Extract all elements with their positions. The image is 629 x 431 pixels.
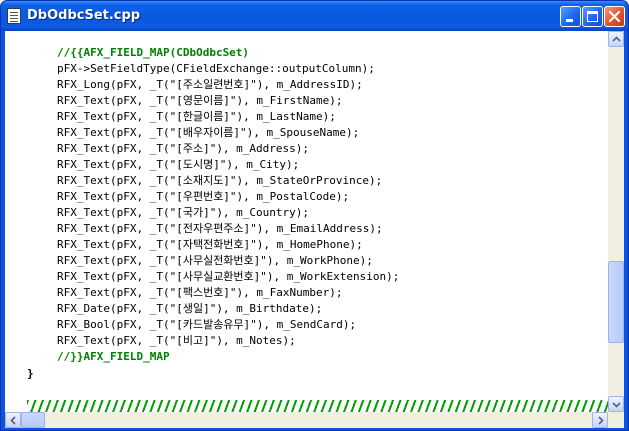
horizontal-scroll-thumb[interactable] (21, 412, 45, 428)
code-line: RFX_Text(pFX, _T("[국가]"), m_Country); (57, 206, 310, 219)
close-icon (608, 10, 621, 23)
arrow-left-icon (10, 416, 16, 425)
code-line: RFX_Text(pFX, _T("[한글이름]"), m_LastName); (57, 110, 336, 123)
window-title: DbOdbcSet.cpp (27, 8, 141, 23)
code-editor[interactable]: //{{AFX_FIELD_MAP(CDbOdbcSet) pFX->SetFi… (5, 31, 608, 412)
code-line: RFX_Text(pFX, _T("[팩스번호]"), m_FaxNumber)… (57, 286, 343, 299)
code-line: //{{AFX_FIELD_MAP(CDbOdbcSet) (57, 46, 250, 59)
code-line: RFX_Bool(pFX, _T("[카드발송유무]"), m_SendCard… (57, 318, 357, 331)
minimize-button[interactable] (560, 6, 581, 27)
code-line: RFX_Long(pFX, _T("[주소일련번호]"), m_AddressI… (57, 78, 363, 91)
maximize-button[interactable] (582, 6, 603, 27)
scroll-up-button[interactable] (608, 31, 624, 47)
code-line: RFX_Text(pFX, _T("[자택전화번호]"), m_HomePhon… (57, 238, 363, 251)
scrollbar-corner (608, 412, 624, 428)
code-line: RFX_Text(pFX, _T("[도시명]"), m_City); (57, 158, 300, 171)
editor-window: DbOdbcSet.cpp //{{AFX_FIELD_MAP(CDbOdbcS… (0, 0, 629, 431)
function-divider (27, 400, 608, 412)
scroll-left-button[interactable] (5, 412, 21, 428)
minimize-icon (566, 19, 573, 22)
code-line: //}}AFX_FIELD_MAP (57, 350, 170, 363)
code-line: RFX_Text(pFX, _T("[주소]"), m_Address); (57, 142, 310, 155)
code-line: RFX_Text(pFX, _T("[비고]"), m_Notes); (57, 334, 296, 347)
code-line: RFX_Text(pFX, _T("[우편번호]"), m_PostalCode… (57, 190, 350, 203)
title-bar[interactable]: DbOdbcSet.cpp (1, 1, 628, 31)
arrow-down-icon (612, 402, 621, 408)
editor-client-area: //{{AFX_FIELD_MAP(CDbOdbcSet) pFX->SetFi… (5, 31, 624, 428)
code-line: RFX_Date(pFX, _T("[생일]"), m_Birthdate); (57, 302, 323, 315)
code-line: RFX_Text(pFX, _T("[소재지도]"), m_StateOrPro… (57, 174, 383, 187)
code-line: RFX_Text(pFX, _T("[전자우편주소]"), m_EmailAdd… (57, 222, 383, 235)
code-line: RFX_Text(pFX, _T("[영문이름]"), m_FirstName)… (57, 94, 343, 107)
arrow-right-icon (598, 416, 604, 425)
code-line: } (27, 367, 34, 380)
vertical-scroll-thumb[interactable] (608, 261, 624, 343)
scroll-right-button[interactable] (592, 412, 608, 428)
horizontal-scrollbar[interactable] (5, 412, 608, 428)
scroll-down-button[interactable] (608, 396, 624, 412)
vertical-scrollbar[interactable] (608, 31, 624, 412)
maximize-icon (587, 11, 598, 22)
arrow-up-icon (612, 36, 621, 42)
code-line: RFX_Text(pFX, _T("[사무실전화번호]"), m_WorkPho… (57, 254, 373, 267)
code-line: RFX_Text(pFX, _T("[사무실교환번호]"), m_WorkExt… (57, 270, 400, 283)
code-line: RFX_Text(pFX, _T("[배우자이름]"), m_SpouseNam… (57, 126, 360, 139)
code-line: pFX->SetFieldType(CFieldExchange::output… (57, 62, 375, 75)
document-icon[interactable] (7, 8, 21, 24)
close-button[interactable] (604, 6, 625, 27)
